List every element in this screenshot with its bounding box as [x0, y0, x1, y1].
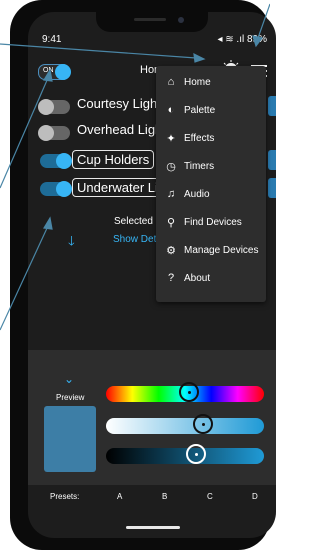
arrow-down-icon[interactable]: 🡓 — [68, 232, 75, 254]
row-edge-indicator — [268, 96, 276, 116]
palette-icon: ◐ — [167, 104, 175, 116]
menu-item-label: Home — [184, 77, 211, 88]
master-toggle-label: ON — [43, 67, 54, 74]
device-toggle[interactable] — [40, 153, 72, 169]
menu-item-home[interactable]: ⌂ Home — [156, 70, 266, 98]
slider-thumb[interactable] — [186, 444, 206, 464]
timer-icon: ◷ — [166, 161, 176, 173]
menu-item-label: Palette — [184, 105, 216, 116]
slider-thumb[interactable] — [193, 414, 213, 434]
menu-item-label: Manage Devices — [184, 245, 259, 256]
gear-icon: ⚙ — [166, 245, 176, 257]
menu-item-label: Audio — [184, 189, 210, 200]
presets-bar: Presets: A B C D — [28, 492, 276, 512]
music-icon: ♫ — [166, 188, 176, 200]
chevron-down-icon[interactable]: ⌄ — [64, 372, 74, 386]
speaker — [134, 18, 166, 21]
menu-item-audio[interactable]: ♫ Audio — [156, 182, 266, 210]
toggle-knob — [55, 64, 71, 80]
dropdown-menu: ⌂ Home ◐ Palette ✦ Effects ◷ Timers ♫ Au… — [156, 66, 266, 302]
master-toggle[interactable]: ON — [38, 64, 71, 80]
device-toggle[interactable] — [40, 181, 72, 197]
menu-item-label: Find Devices — [184, 217, 242, 228]
search-icon: ⚲ — [166, 217, 176, 229]
preset-button-d[interactable]: D — [252, 492, 258, 501]
device-toggle[interactable] — [38, 99, 70, 115]
device-toggle[interactable] — [38, 125, 70, 141]
device-name[interactable]: Cup Holders — [72, 150, 155, 169]
brightness-slider[interactable] — [106, 444, 264, 464]
slider-thumb[interactable] — [179, 382, 199, 402]
notch — [96, 12, 208, 32]
menu-item-label: Effects — [184, 133, 215, 144]
menu-item-find-devices[interactable]: ⚲ Find Devices — [156, 210, 266, 238]
menu-item-label: About — [184, 273, 211, 284]
selected-label: Selected — [114, 216, 153, 227]
device-name[interactable]: Courtesy Lights — [77, 96, 167, 111]
home-icon: ⌂ — [167, 76, 175, 88]
color-panel: ⌄ Preview — [28, 350, 276, 485]
menu-item-label: Timers — [184, 161, 215, 172]
preset-button-b[interactable]: B — [162, 492, 167, 501]
status-indicators: ◂ ≋ .ıl 89% — [217, 34, 267, 45]
menu-item-about[interactable]: ? About — [156, 266, 266, 294]
menu-item-palette[interactable]: ◐ Palette — [156, 98, 266, 126]
hue-slider[interactable] — [106, 382, 264, 402]
presets-label: Presets: — [50, 492, 80, 501]
row-edge-indicator — [268, 178, 276, 198]
color-preview-swatch — [44, 406, 96, 472]
status-bar: 9:41 ◂ ≋ .ıl 89% — [42, 34, 267, 50]
preview-label: Preview — [56, 393, 85, 402]
phone-frame: 9:41 ◂ ≋ .ıl 89% ON Home Courtesy Lights — [10, 0, 276, 550]
menu-item-effects[interactable]: ✦ Effects — [156, 126, 266, 154]
row-edge-indicator — [268, 150, 276, 170]
camera — [178, 17, 184, 23]
question-icon: ? — [167, 272, 175, 284]
app-screen: 9:41 ◂ ≋ .ıl 89% ON Home Courtesy Lights — [28, 12, 276, 538]
preset-button-c[interactable]: C — [207, 492, 213, 501]
home-indicator — [126, 526, 180, 529]
saturation-slider[interactable] — [106, 414, 264, 434]
preset-button-a[interactable]: A — [117, 492, 122, 501]
menu-item-manage-devices[interactable]: ⚙ Manage Devices — [156, 238, 266, 266]
menu-item-timers[interactable]: ◷ Timers — [156, 154, 266, 182]
effects-icon: ✦ — [166, 133, 176, 145]
status-time: 9:41 — [42, 34, 62, 45]
